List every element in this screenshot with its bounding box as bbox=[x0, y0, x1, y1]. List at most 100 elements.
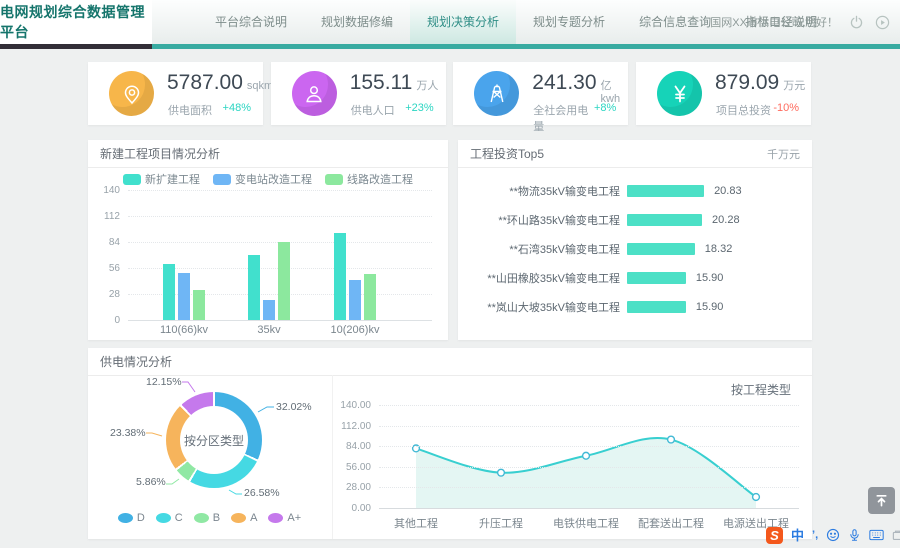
power-tower-icon bbox=[474, 71, 519, 116]
line-x-category-label: 其他工程 bbox=[368, 515, 464, 531]
legend-blob bbox=[268, 513, 283, 523]
donut-legend-item-B[interactable]: B bbox=[194, 512, 220, 524]
legend-item-2[interactable]: 线路改造工程 bbox=[325, 171, 413, 187]
top5-value: 18.32 bbox=[705, 243, 733, 255]
kpi-label: 全社会用电量 bbox=[533, 102, 594, 134]
header-accent-dark bbox=[0, 44, 152, 49]
gridline bbox=[379, 467, 799, 468]
donut-label-b: 5.86% bbox=[136, 476, 166, 488]
donut-legend-item-A[interactable]: A bbox=[231, 512, 257, 524]
top5-row: **物流35kV输变电工程20.83 bbox=[470, 176, 800, 205]
y-tick-label: 0 bbox=[92, 315, 120, 326]
donut-legend-item-C[interactable]: C bbox=[156, 512, 183, 524]
play-circle-icon[interactable] bbox=[875, 15, 890, 30]
bar-线路改造工程 bbox=[193, 290, 205, 320]
legend-label: 变电站改造工程 bbox=[235, 171, 312, 187]
panel-title: 新建工程项目情况分析 bbox=[100, 145, 220, 162]
kpi-unit: 亿kwh bbox=[601, 77, 629, 105]
legend-blob bbox=[231, 513, 246, 523]
line-y-tick-label: 112.00 bbox=[333, 421, 371, 432]
sogou-logo-icon[interactable]: S bbox=[766, 527, 783, 544]
gridline bbox=[379, 426, 799, 427]
panel-power-supply-analysis: 供电情况分析 按分区类型 32.02% 26.58% 5.86% 23.38% … bbox=[88, 348, 812, 539]
kpi-label: 供电人口 bbox=[351, 102, 395, 118]
keyboard-icon[interactable] bbox=[869, 529, 884, 541]
unit-label: 千万元 bbox=[767, 146, 800, 162]
top5-value: 15.90 bbox=[696, 272, 724, 284]
top5-project-label: **石湾35kV输变电工程 bbox=[470, 241, 620, 257]
top5-bar bbox=[627, 214, 702, 226]
donut-legend: DCBA A+ bbox=[88, 512, 331, 524]
line-x-category-label: 电铁供电工程 bbox=[538, 515, 634, 531]
power-icon[interactable] bbox=[849, 15, 864, 30]
donut-label-d: 32.02% bbox=[276, 401, 312, 413]
app-header: 电网规划综合数据管理平台 平台综合说明规划数据修编规划决策分析规划专题分析综合信… bbox=[0, 0, 900, 44]
bar-线路改造工程 bbox=[278, 242, 290, 320]
donut-label-aplus: 12.15% bbox=[146, 376, 182, 388]
gridline bbox=[128, 190, 432, 191]
top5-bar bbox=[627, 185, 704, 197]
legend-blob bbox=[118, 513, 133, 523]
bar-变电站改造工程 bbox=[349, 280, 361, 320]
emoji-icon[interactable] bbox=[826, 528, 840, 542]
gridline bbox=[128, 320, 432, 321]
line-chart-subtitle: 按工程类型 bbox=[731, 381, 791, 398]
top5-project-label: **环山路35kV输变电工程 bbox=[470, 212, 620, 228]
y-tick-label: 112 bbox=[92, 211, 120, 222]
top5-project-label: **岚山大坡35kV输变电工程 bbox=[470, 299, 620, 315]
top5-bar bbox=[627, 243, 695, 255]
kpi-unit: 万人 bbox=[416, 77, 438, 93]
donut-label-a: 23.38% bbox=[110, 427, 146, 439]
nav-tab-3[interactable]: 规划专题分析 bbox=[516, 0, 622, 44]
line-y-tick-label: 28.00 bbox=[333, 482, 371, 493]
yuan-icon bbox=[657, 71, 702, 116]
panel-title: 供电情况分析 bbox=[100, 353, 172, 370]
kpi-unit: 万元 bbox=[783, 77, 805, 93]
legend-label: 线路改造工程 bbox=[347, 171, 413, 187]
donut-label-c: 26.58% bbox=[244, 487, 280, 499]
location-pin-icon bbox=[109, 71, 154, 116]
lang-toggle-icon[interactable]: 中 bbox=[791, 527, 804, 544]
legend-swatch bbox=[123, 174, 141, 185]
handwriting-tool-icon[interactable] bbox=[892, 529, 900, 542]
legend-letter: D bbox=[137, 512, 145, 524]
kpi-unit: sqkm bbox=[247, 80, 273, 92]
x-category-label: 35kv bbox=[229, 324, 309, 336]
bar-变电站改造工程 bbox=[263, 300, 275, 320]
x-category-label: 10(206)kv bbox=[315, 324, 395, 336]
donut-legend-item-A+[interactable]: A+ bbox=[268, 512, 301, 524]
donut-legend-item-D[interactable]: D bbox=[118, 512, 145, 524]
top5-row: **环山路35kV输变电工程 20.28 bbox=[470, 205, 800, 234]
kpi-delta: +8% bbox=[594, 102, 616, 134]
nav-tab-0[interactable]: 平台综合说明 bbox=[198, 0, 304, 44]
top5-row: **石湾35kV输变电工程 18.32 bbox=[470, 234, 800, 263]
top5-value: 20.28 bbox=[712, 214, 740, 226]
nav-tab-1[interactable]: 规划数据修编 bbox=[304, 0, 410, 44]
donut-center-label: 按分区类型 bbox=[180, 406, 248, 474]
line-x-category-label: 配套送出工程 bbox=[623, 515, 719, 531]
top5-value: 15.90 bbox=[696, 301, 724, 313]
gridline bbox=[379, 405, 799, 406]
legend-letter: A+ bbox=[287, 512, 301, 524]
microphone-icon[interactable] bbox=[848, 528, 861, 542]
kpi-card-electricity-consumption: 241.30亿kwh 全社会用电量+8% bbox=[453, 62, 628, 125]
line-y-tick-label: 56.00 bbox=[333, 462, 371, 473]
punctuation-icon[interactable]: ’, bbox=[812, 529, 818, 541]
nav-tab-2[interactable]: 规划决策分析 bbox=[410, 0, 516, 44]
panel-new-project-analysis: 新建工程项目情况分析 新扩建工程变电站改造工程线路改造工程 0285684112… bbox=[88, 140, 448, 340]
top5-bar bbox=[627, 272, 686, 284]
legend-item-0[interactable]: 新扩建工程 bbox=[123, 171, 200, 187]
kpi-delta: +23% bbox=[405, 102, 433, 118]
line-y-tick-label: 0.00 bbox=[333, 503, 371, 514]
panel-investment-top5: 工程投资Top5 千万元 **物流35kV输变电工程20.83**环山路35kV… bbox=[458, 140, 812, 340]
bar-新扩建工程 bbox=[248, 255, 260, 320]
kpi-value: 5787.00 bbox=[167, 71, 243, 95]
y-tick-label: 56 bbox=[92, 263, 120, 274]
legend-item-1[interactable]: 变电站改造工程 bbox=[213, 171, 312, 187]
ime-toolbar: S 中 ’, bbox=[766, 525, 900, 545]
legend-swatch bbox=[213, 174, 231, 185]
top5-row: **岚山大坡35kV输变电工程 15.90 bbox=[470, 292, 800, 321]
gridline bbox=[379, 446, 799, 447]
legend-label: 新扩建工程 bbox=[145, 171, 200, 187]
back-to-top-button[interactable] bbox=[868, 487, 895, 514]
